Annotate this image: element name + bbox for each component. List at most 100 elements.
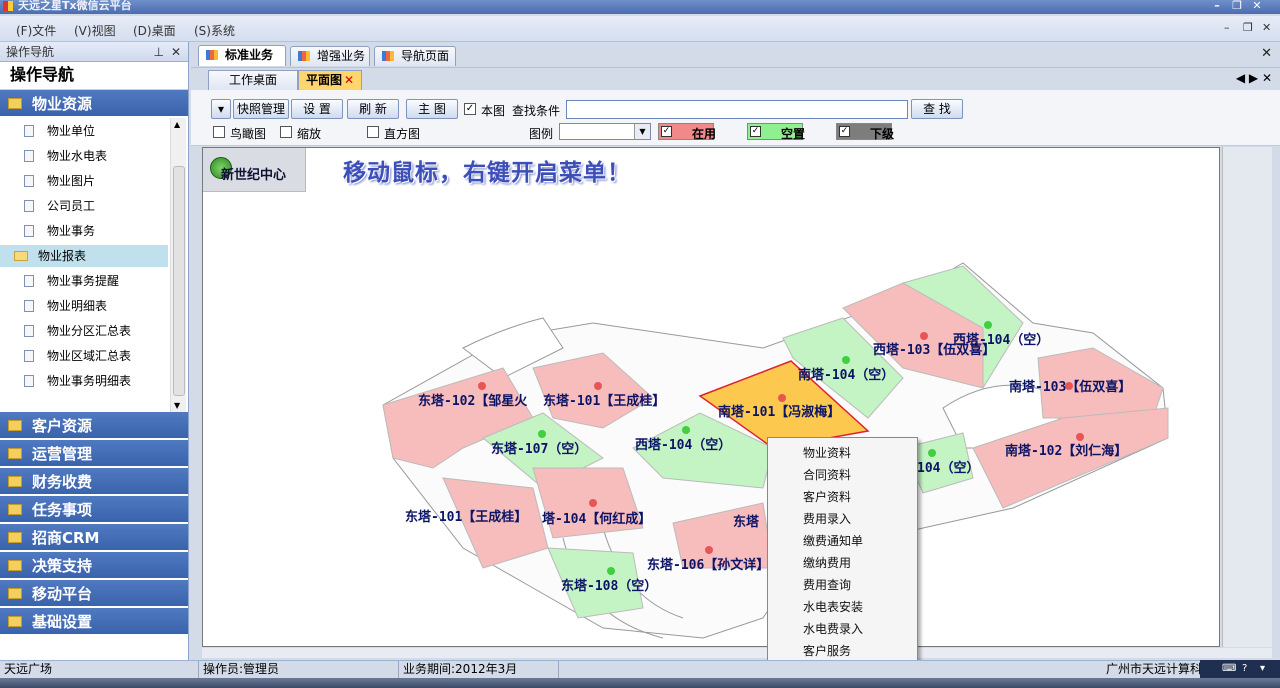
this-map-checkbox[interactable]: ✓ <box>464 103 476 115</box>
nav-item-detail-report[interactable]: 物业明细表 <box>0 295 168 317</box>
menu-item-fee-entry[interactable]: 费用录入 <box>768 508 917 530</box>
tab-standard-business[interactable]: 标准业务 <box>198 45 286 66</box>
room-label: 东塔-101【王成桂】 <box>543 393 665 409</box>
menu-item-payment-notice[interactable]: 缴费通知单 <box>768 530 917 552</box>
group-operations[interactable]: 运营管理 <box>0 440 188 468</box>
chevron-down-icon[interactable]: ▾ <box>1260 663 1265 674</box>
group-label: 移动平台 <box>32 585 93 603</box>
mdi-restore-icon[interactable]: ❐ <box>1243 21 1253 34</box>
group-tasks[interactable]: 任务事项 <box>0 496 188 524</box>
find-button[interactable]: 查 找 <box>911 99 963 119</box>
menu-item-pay-fees[interactable]: 缴纳费用 <box>768 552 917 574</box>
nav-item-reports[interactable]: 物业报表 <box>0 245 168 267</box>
canvas-vertical-scrollbar[interactable] <box>1222 147 1272 647</box>
menu-item-fee-query[interactable]: 费用查询 <box>768 574 917 596</box>
menu-file[interactable]: (F)文件 <box>16 22 56 39</box>
floor-plan-canvas[interactable]: 东塔-102【邹星火 东塔-101【王成桂】 南塔-101【冯淑梅】 南塔-10… <box>202 147 1220 647</box>
menu-system[interactable]: (S)系统 <box>194 22 235 39</box>
folder-icon <box>8 588 22 599</box>
marker-red <box>594 382 602 390</box>
tab-floor-plan[interactable]: 平面图 ✕ <box>298 70 362 90</box>
menu-item-property-info[interactable]: 物业资料 <box>768 442 917 464</box>
legend-select[interactable]: ▼ <box>559 123 651 140</box>
minimize-icon[interactable]: – <box>1208 0 1226 12</box>
room-label: 104（空） <box>917 460 979 476</box>
pin-icon[interactable]: ⊥ <box>154 42 164 62</box>
nav-item-partition-summary[interactable]: 物业分区汇总表 <box>0 320 168 342</box>
menu-item-contract-info[interactable]: 合同资料 <box>768 464 917 486</box>
menu-view[interactable]: (V)视图 <box>74 22 116 39</box>
snapshot-button[interactable]: 快照管理 <box>233 99 289 119</box>
close-icon[interactable]: ✕ <box>171 42 181 62</box>
close-icon[interactable]: ✕ <box>1248 0 1266 12</box>
tab-nav-icons[interactable]: ◀ ▶ ✕ <box>1236 71 1272 85</box>
mdi-minimize-icon[interactable]: – <box>1224 21 1230 34</box>
menu-desktop[interactable]: (D)桌面 <box>133 22 176 39</box>
nav-item-affairs-reminder[interactable]: 物业事务提醒 <box>0 270 168 292</box>
floor-plan-drawing[interactable]: 东塔-102【邹星火 东塔-101【王成桂】 南塔-101【冯淑梅】 南塔-10… <box>203 148 1220 647</box>
legend-sub-checkbox[interactable]: ✓ <box>839 126 850 137</box>
document-icon <box>24 275 34 287</box>
main-map-button[interactable]: 主 图 <box>406 99 458 119</box>
tab-label: 导航页面 <box>401 49 450 63</box>
tab-label: 标准业务 <box>225 48 274 62</box>
chevron-down-icon[interactable]: ▼ <box>634 124 650 139</box>
document-icon <box>24 175 34 187</box>
scroll-thumb[interactable] <box>173 166 185 396</box>
close-tab-icon[interactable]: ✕ <box>344 73 354 87</box>
nav-item-employees[interactable]: 公司员工 <box>0 195 168 217</box>
building-badge[interactable]: 新世纪中心 <box>203 148 306 192</box>
group-crm[interactable]: 招商CRM <box>0 524 188 552</box>
group-finance[interactable]: 财务收费 <box>0 468 188 496</box>
status-operator: 操作员:管理员 <box>199 661 399 679</box>
nav-item-affairs[interactable]: 物业事务 <box>0 220 168 242</box>
taskbar <box>0 678 1280 688</box>
group-label: 财务收费 <box>32 473 93 491</box>
tab-navigation-page[interactable]: 导航页面 <box>374 46 456 66</box>
nav-item-meters[interactable]: 物业水电表 <box>0 145 168 167</box>
group-base-settings[interactable]: 基础设置 <box>0 608 188 636</box>
status-place: 天远广场 <box>0 661 199 679</box>
legend-sub-label: 下级 <box>870 127 895 141</box>
help-icon[interactable]: ? <box>1242 663 1247 674</box>
nav-item-affairs-detail[interactable]: 物业事务明细表 <box>0 370 168 392</box>
legend-in-use-checkbox[interactable]: ✓ <box>661 126 672 137</box>
menu-item-customer-service[interactable]: 客户服务 <box>768 640 917 662</box>
app-icon <box>3 1 13 11</box>
canvas-horizontal-scrollbar[interactable] <box>202 648 1272 658</box>
nav-item-property-images[interactable]: 物业图片 <box>0 170 168 192</box>
refresh-button[interactable]: 刷 新 <box>347 99 399 119</box>
close-icon[interactable]: ✕ <box>1261 46 1272 61</box>
marker-green <box>538 430 546 438</box>
histogram-checkbox[interactable] <box>367 126 379 138</box>
group-property-resources[interactable]: 物业资源 <box>0 90 188 118</box>
scroll-down-icon[interactable]: ▼ <box>174 401 180 410</box>
keyboard-icon[interactable]: ⌨ <box>1222 663 1236 674</box>
group-decision-support[interactable]: 决策支持 <box>0 552 188 580</box>
group-label: 客户资源 <box>32 417 93 435</box>
mdi-close-icon[interactable]: ✕ <box>1262 21 1271 34</box>
menu-item-customer-info[interactable]: 客户资料 <box>768 486 917 508</box>
legend-vacant-checkbox[interactable]: ✓ <box>750 126 761 137</box>
birdseye-checkbox[interactable] <box>213 126 225 138</box>
search-input[interactable] <box>566 100 908 119</box>
room-label: 东塔-102【邹星火 <box>418 393 528 409</box>
nav-scrollbar[interactable]: ▲ ▼ <box>170 118 186 412</box>
group-label: 任务事项 <box>32 501 93 519</box>
document-icon <box>24 375 34 387</box>
group-customer-resources[interactable]: 客户资源 <box>0 412 188 440</box>
settings-button[interactable]: 设 置 <box>291 99 343 119</box>
scroll-up-icon[interactable]: ▲ <box>174 120 180 129</box>
dropdown-button[interactable]: ▾ <box>211 99 231 119</box>
restore-icon[interactable]: ❐ <box>1228 0 1246 12</box>
tab-work-desktop[interactable]: 工作桌面 <box>208 70 298 90</box>
group-mobile[interactable]: 移动平台 <box>0 580 188 608</box>
nav-panel-header: 操作导航 ⊥ ✕ <box>0 42 188 62</box>
zoom-checkbox[interactable] <box>280 126 292 138</box>
menu-item-meter-install[interactable]: 水电表安装 <box>768 596 917 618</box>
nav-item-property-unit[interactable]: 物业单位 <box>0 120 168 142</box>
marker-red <box>705 546 713 554</box>
nav-item-area-summary[interactable]: 物业区域汇总表 <box>0 345 168 367</box>
menu-item-utility-entry[interactable]: 水电费录入 <box>768 618 917 640</box>
tab-enhanced-business[interactable]: 增强业务 <box>290 46 370 66</box>
